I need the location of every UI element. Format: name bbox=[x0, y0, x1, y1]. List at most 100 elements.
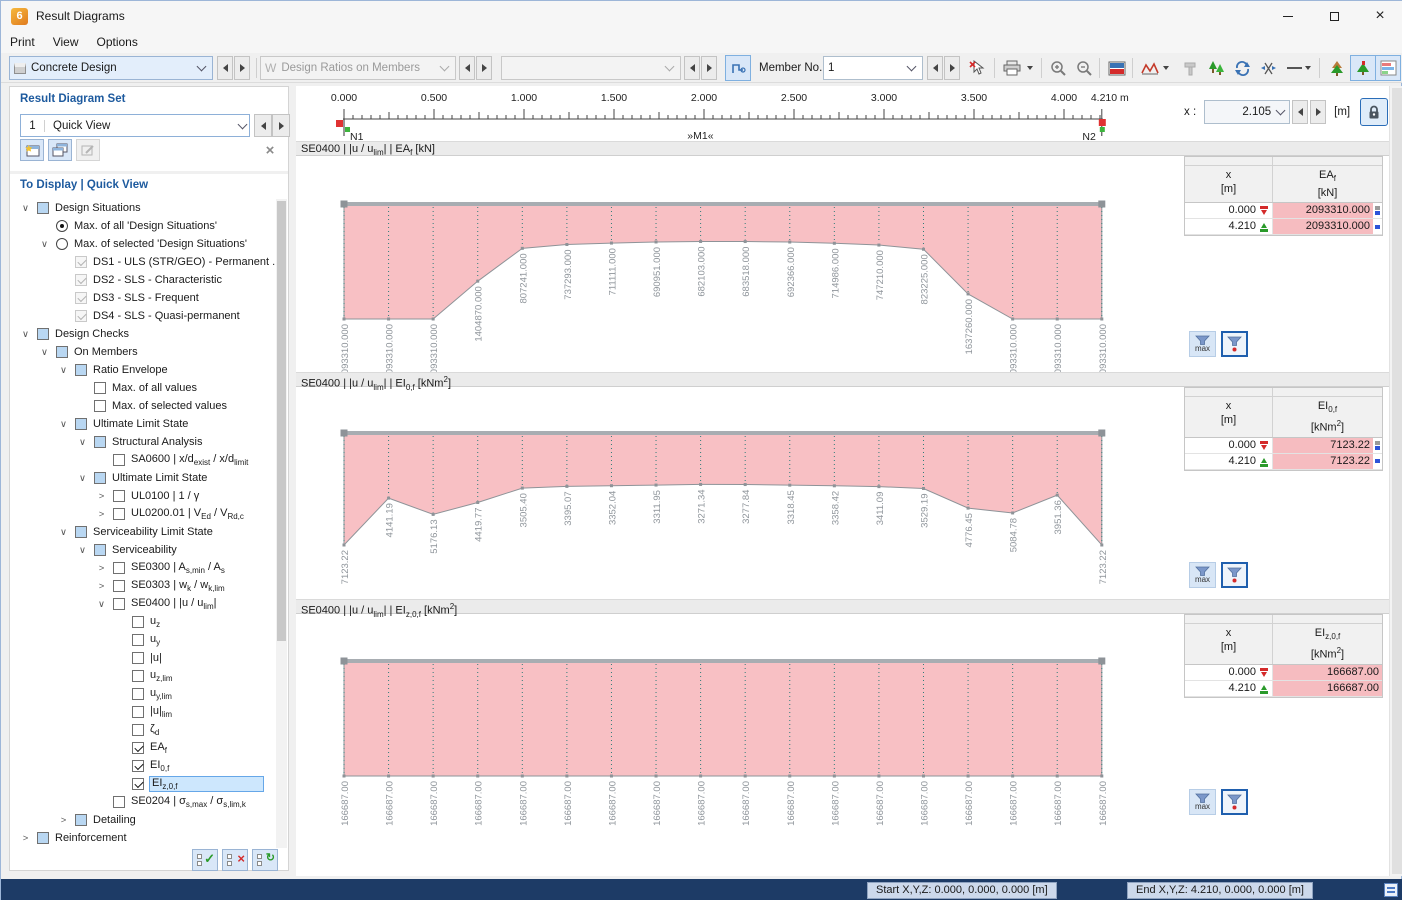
tree-item[interactable]: ∨Max. of selected 'Design Situations' bbox=[11, 235, 277, 253]
chevron-down-icon[interactable]: ∨ bbox=[19, 329, 32, 340]
tree-item[interactable]: |u| bbox=[11, 649, 277, 667]
copy-set-button[interactable] bbox=[48, 139, 72, 161]
tree-item[interactable]: >UL0200.01 | VEd / VRd,c bbox=[11, 505, 277, 523]
deselect-member-button[interactable] bbox=[964, 55, 990, 81]
checkbox[interactable] bbox=[75, 526, 87, 538]
chevron-down-icon[interactable]: ∨ bbox=[76, 545, 89, 556]
set-next-button[interactable] bbox=[272, 114, 290, 137]
tree-item[interactable]: |u|lim bbox=[11, 703, 277, 721]
tree-item[interactable]: EIz,0,f bbox=[11, 775, 277, 793]
tree-item[interactable]: >UL0100 | 1 / γ bbox=[11, 487, 277, 505]
tree-item[interactable]: Max. of all values bbox=[11, 379, 277, 397]
tree-scrollbar[interactable] bbox=[276, 199, 287, 848]
set-prev-button[interactable] bbox=[254, 114, 272, 137]
visibility-objects-button[interactable] bbox=[1203, 55, 1229, 81]
result-type-next-button[interactable] bbox=[476, 56, 492, 80]
checkbox[interactable] bbox=[132, 652, 144, 664]
invert-selection-button[interactable]: ↻ bbox=[252, 849, 278, 871]
smooth-lines-dropdown[interactable] bbox=[1301, 55, 1314, 81]
print-options-dropdown[interactable] bbox=[1023, 55, 1036, 81]
checkbox[interactable] bbox=[94, 382, 106, 394]
checkbox[interactable] bbox=[132, 778, 144, 790]
diagram-set-combo[interactable]: 1 Quick View bbox=[20, 114, 250, 137]
checkbox[interactable] bbox=[132, 670, 144, 682]
diagram-values-dropdown[interactable] bbox=[1159, 55, 1172, 81]
menu-print[interactable]: Print bbox=[1, 33, 44, 51]
tree-item[interactable]: DS2 - SLS - Characteristic bbox=[11, 271, 277, 289]
member-no-combo[interactable]: 1 bbox=[823, 56, 923, 80]
checkbox[interactable] bbox=[75, 364, 87, 376]
checkbox[interactable] bbox=[132, 742, 144, 754]
member-prev-button[interactable] bbox=[927, 56, 943, 80]
tree-item[interactable]: Max. of all 'Design Situations' bbox=[11, 217, 277, 235]
results-current-member-button[interactable] bbox=[1350, 55, 1376, 81]
tree-item[interactable]: >SE0303 | wk / wk,lim bbox=[11, 577, 277, 595]
design-case-combo[interactable]: Concrete Design bbox=[9, 56, 213, 80]
status-grid-icon[interactable] bbox=[1384, 883, 1398, 897]
x-prev-button[interactable] bbox=[1292, 100, 1308, 124]
chevron-right-icon[interactable]: > bbox=[95, 563, 108, 574]
checkbox[interactable] bbox=[37, 328, 49, 340]
checkbox[interactable] bbox=[113, 508, 125, 520]
chevron-right-icon[interactable]: > bbox=[19, 833, 32, 844]
checkbox[interactable] bbox=[94, 544, 106, 556]
panel-views-button[interactable] bbox=[1104, 55, 1130, 81]
design-case-next-button[interactable] bbox=[234, 56, 250, 80]
result-tables-toggle[interactable] bbox=[1375, 55, 1401, 81]
chevron-right-icon[interactable]: > bbox=[95, 581, 108, 592]
filter-current-x-button[interactable] bbox=[1221, 331, 1248, 357]
tree-item[interactable]: uy bbox=[11, 631, 277, 649]
checkbox[interactable] bbox=[37, 832, 49, 844]
chevron-right-icon[interactable]: > bbox=[57, 815, 70, 826]
tree-item[interactable]: SE0204 | σs,max / σs,lim,k bbox=[11, 793, 277, 811]
tree-item[interactable]: ζd bbox=[11, 721, 277, 739]
chevron-down-icon[interactable]: ∨ bbox=[95, 599, 108, 610]
chevron-down-icon[interactable]: ∨ bbox=[38, 239, 51, 250]
tree-item[interactable]: uz bbox=[11, 613, 277, 631]
tree-item[interactable]: ∨Serviceability bbox=[11, 541, 277, 559]
checkbox[interactable] bbox=[132, 724, 144, 736]
tree-item[interactable]: >Reinforcement bbox=[11, 829, 277, 847]
filter-max-button[interactable]: max bbox=[1189, 562, 1216, 588]
print-button[interactable] bbox=[999, 55, 1025, 81]
checkbox[interactable] bbox=[132, 616, 144, 628]
tree-scrollbar-thumb[interactable] bbox=[277, 201, 286, 641]
tree-item[interactable]: >SE0300 | As,min / As bbox=[11, 559, 277, 577]
chevron-down-icon[interactable]: ∨ bbox=[38, 347, 51, 358]
checkbox[interactable] bbox=[113, 580, 125, 592]
filter-current-x-button[interactable] bbox=[1221, 562, 1248, 588]
chevron-down-icon[interactable]: ∨ bbox=[57, 419, 70, 430]
lock-x-toggle[interactable] bbox=[1360, 98, 1388, 126]
tree-item[interactable]: EAf bbox=[11, 739, 277, 757]
chevron-down-icon[interactable]: ∨ bbox=[19, 203, 32, 214]
checkbox[interactable] bbox=[75, 814, 87, 826]
checkbox[interactable] bbox=[94, 400, 106, 412]
checkbox[interactable] bbox=[132, 706, 144, 718]
loading-prev-button[interactable] bbox=[684, 56, 700, 80]
filter-current-x-button[interactable] bbox=[1221, 789, 1248, 815]
menu-view[interactable]: View bbox=[44, 33, 88, 51]
loading-next-button[interactable] bbox=[701, 56, 717, 80]
checkbox[interactable] bbox=[113, 562, 125, 574]
x-next-button[interactable] bbox=[1310, 100, 1326, 124]
tree-item[interactable]: uy,lim bbox=[11, 685, 277, 703]
chevron-down-icon[interactable]: ∨ bbox=[57, 365, 70, 376]
checkbox[interactable] bbox=[94, 436, 106, 448]
tree-item[interactable]: ∨Ultimate Limit State bbox=[11, 469, 277, 487]
minimize-button[interactable] bbox=[1265, 1, 1311, 31]
checkbox[interactable] bbox=[113, 454, 125, 466]
refresh-button[interactable] bbox=[1229, 55, 1255, 81]
checkbox[interactable] bbox=[113, 490, 125, 502]
design-case-prev-button[interactable] bbox=[217, 56, 233, 80]
zoom-out-button[interactable] bbox=[1071, 55, 1097, 81]
filter-max-button[interactable]: max bbox=[1189, 331, 1216, 357]
tree-item[interactable]: DS4 - SLS - Quasi-permanent bbox=[11, 307, 277, 325]
chevron-down-icon[interactable]: ∨ bbox=[76, 473, 89, 484]
select-all-button[interactable]: ✓ bbox=[192, 849, 218, 871]
radio-button[interactable] bbox=[56, 220, 68, 232]
tree-item[interactable]: ∨Design Situations bbox=[11, 199, 277, 217]
tree-item[interactable]: Max. of selected values bbox=[11, 397, 277, 415]
main-scrollbar[interactable] bbox=[1389, 86, 1402, 876]
tree-item[interactable]: SA0600 | x/dexist / x/dlimit bbox=[11, 451, 277, 469]
chevron-down-icon[interactable]: ∨ bbox=[57, 527, 70, 538]
